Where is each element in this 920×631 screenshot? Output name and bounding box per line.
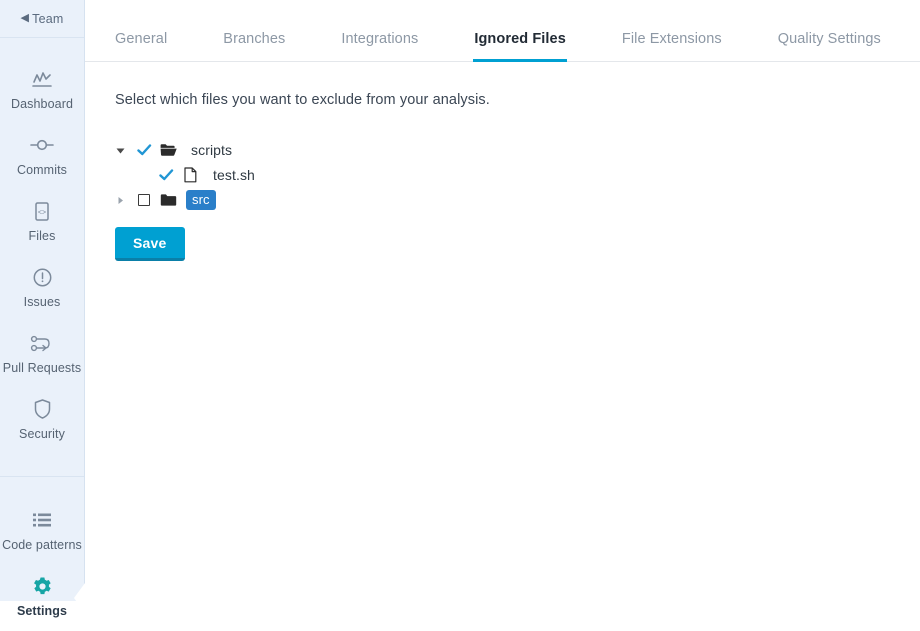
triangle-down-icon[interactable] (115, 145, 132, 156)
sidebar-item-security[interactable]: Security (0, 388, 84, 454)
triangle-right-icon[interactable] (115, 195, 132, 206)
tab-quality-settings[interactable]: Quality Settings (778, 31, 881, 61)
sidebar-item-dashboard[interactable]: Dashboard (0, 58, 84, 124)
tab-integrations[interactable]: Integrations (341, 31, 418, 61)
dashboard-chart-icon (31, 68, 53, 90)
sidebar-item-pull-requests[interactable]: Pull Requests (0, 322, 84, 388)
tab-file-extensions[interactable]: File Extensions (622, 31, 722, 61)
sidebar-item-issues[interactable]: Issues (0, 256, 84, 322)
sidebar-item-commits[interactable]: Commits (0, 124, 84, 190)
panel-description: Select which files you want to exclude f… (115, 92, 490, 108)
pull-request-icon (30, 332, 54, 354)
folder-closed-icon (156, 193, 180, 207)
folder-open-icon (156, 143, 180, 157)
nav-group-secondary: Code patterns Settings (0, 476, 85, 631)
ignored-files-panel: Select which files you want to exclude f… (85, 62, 920, 261)
sidebar-item-label: Settings (16, 604, 68, 618)
file-document-icon (178, 167, 202, 183)
tree-node-label[interactable]: src (186, 190, 216, 210)
sidebar-item-label: Code patterns (2, 538, 82, 552)
sidebar-item-label: Issues (23, 295, 61, 309)
tree-checkbox-scripts[interactable] (132, 143, 156, 157)
left-sidebar: ◀ Team Dashboard Commits <> Files Issues… (0, 0, 85, 618)
active-indicator-notch (74, 583, 85, 613)
settings-tabbar: General Branches Integrations Ignored Fi… (85, 0, 920, 62)
sidebar-item-label: Commits (16, 163, 67, 177)
sidebar-item-files[interactable]: <> Files (0, 190, 84, 256)
commit-node-icon (30, 134, 54, 156)
tree-row[interactable]: src (115, 188, 920, 212)
tree-node-label[interactable]: scripts (180, 142, 232, 158)
svg-text:<>: <> (38, 209, 46, 216)
tab-ignored-files[interactable]: Ignored Files (473, 31, 567, 62)
save-button[interactable]: Save (115, 227, 185, 261)
sidebar-item-label: Security (19, 427, 65, 441)
tab-branches[interactable]: Branches (223, 31, 285, 61)
checkbox-empty-icon (138, 194, 150, 206)
sidebar-item-label: Files (28, 229, 56, 243)
nav-group-primary: Dashboard Commits <> Files Issues Pull R… (0, 38, 84, 454)
sidebar-item-label: Dashboard (10, 97, 74, 111)
tree-node-label[interactable]: test.sh (202, 167, 255, 183)
tree-checkbox-src[interactable] (132, 194, 156, 206)
tab-general[interactable]: General (115, 31, 167, 61)
list-lines-icon (32, 509, 52, 531)
app-root: ◀ Team Dashboard Commits <> Files Issues… (0, 0, 920, 618)
gear-icon (32, 575, 53, 597)
tree-row[interactable]: scripts (115, 138, 920, 162)
sidebar-item-code-patterns[interactable]: Code patterns (0, 499, 84, 565)
back-to-team-link[interactable]: ◀ Team (0, 0, 84, 38)
shield-icon (33, 398, 52, 420)
chevron-left-icon: ◀ (20, 12, 30, 24)
main-content: General Branches Integrations Ignored Fi… (85, 0, 920, 601)
exclamation-circle-icon (32, 266, 53, 288)
sidebar-item-label: Pull Requests (2, 361, 82, 375)
tree-row[interactable]: test.sh (115, 163, 920, 187)
tree-checkbox-test-sh[interactable] (154, 168, 178, 182)
team-label: Team (32, 11, 64, 26)
ignored-files-tree: scripts test.sh src (115, 138, 920, 212)
sidebar-item-settings[interactable]: Settings (0, 565, 85, 631)
code-file-icon: <> (33, 200, 51, 222)
